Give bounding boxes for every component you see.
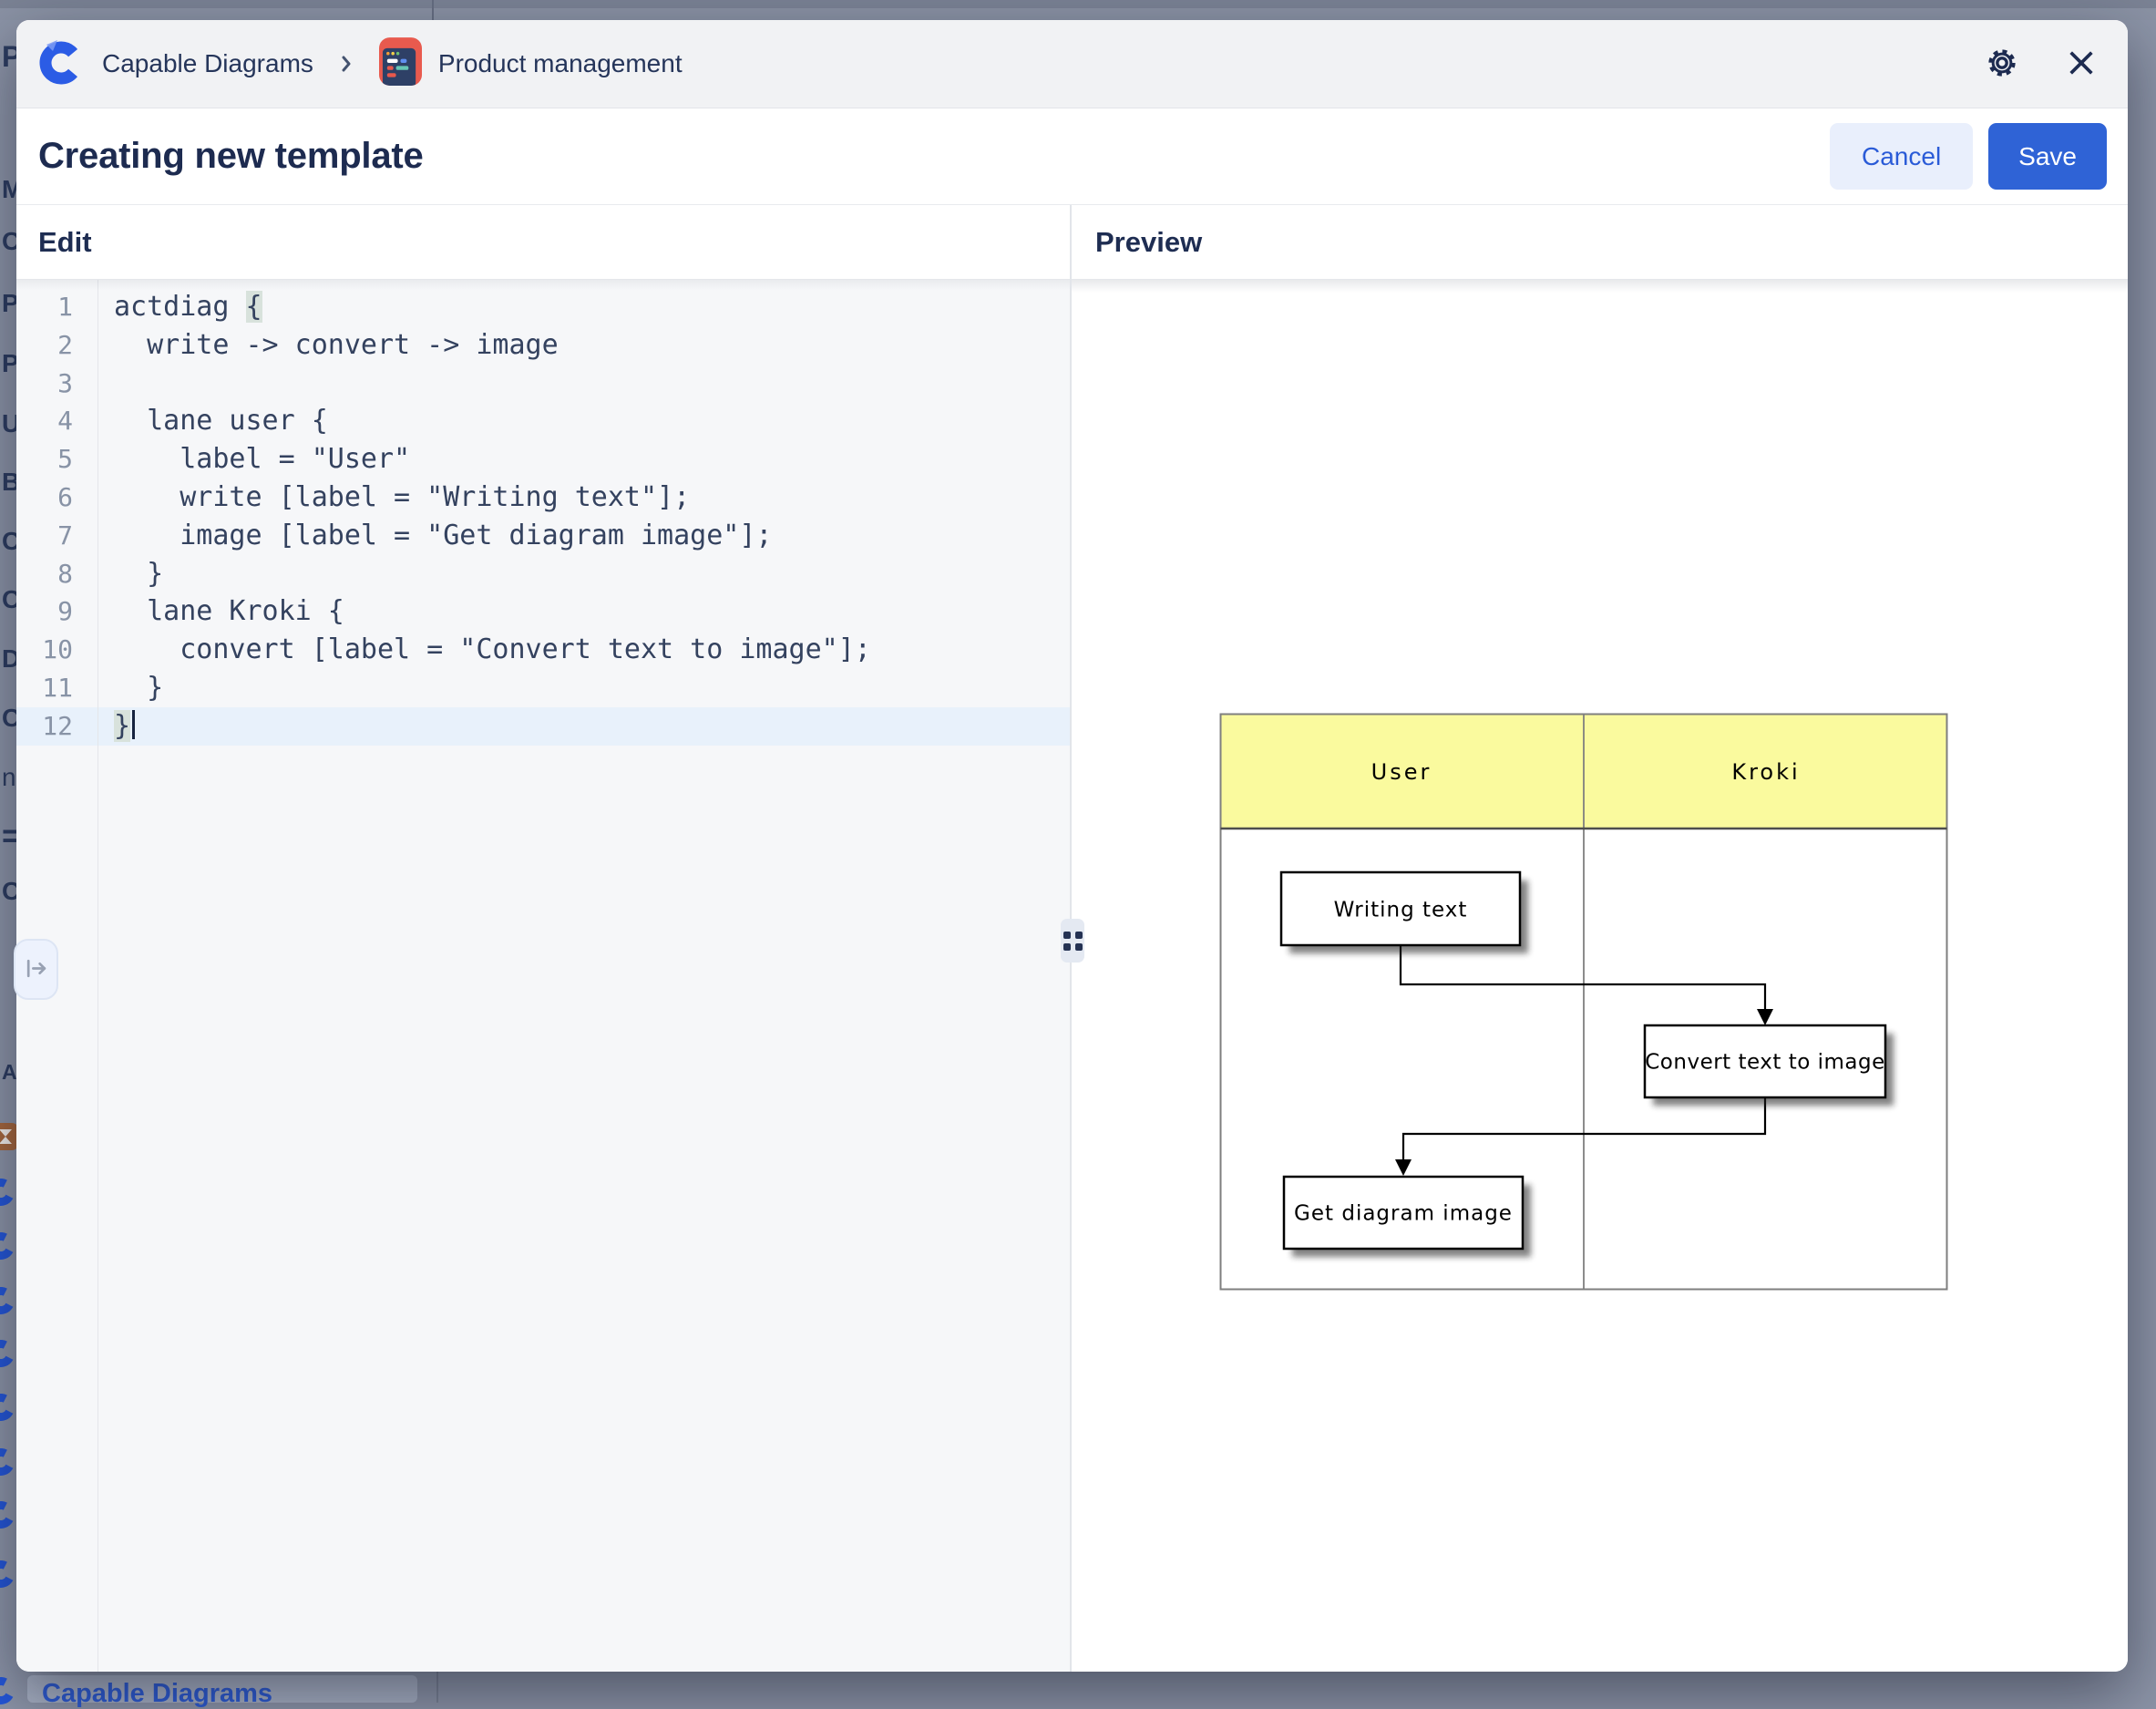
code-text: } xyxy=(114,669,163,707)
code-line[interactable]: 5 label = "User" xyxy=(16,440,1070,479)
capable-diagrams-logo-icon xyxy=(0,1283,18,1318)
code-text: write [label = "Writing text"]; xyxy=(114,479,690,517)
code-line[interactable]: 11 } xyxy=(16,669,1070,707)
save-button[interactable]: Save xyxy=(1988,123,2107,190)
cancel-button[interactable]: Cancel xyxy=(1830,123,1973,190)
code-text: lane user { xyxy=(114,402,328,440)
code-text: } xyxy=(114,555,163,593)
edit-pane-header: Edit xyxy=(16,205,1070,280)
code-line[interactable]: 4 lane user { xyxy=(16,402,1070,440)
node-label: Writing text xyxy=(1334,899,1468,922)
code-text: lane Kroki { xyxy=(114,592,344,631)
expand-right-icon xyxy=(24,956,48,983)
underlay-text-fragment: Pr xyxy=(2,289,16,318)
underlay-text-fragment: Ca xyxy=(2,585,16,614)
underlay-text-fragment: By xyxy=(2,468,16,497)
breadcrumb-app-label: Capable Diagrams xyxy=(102,49,313,78)
line-number: 5 xyxy=(16,440,73,479)
code-text: } xyxy=(114,707,135,746)
underlay-bottom-item-label: Capable Diagrams xyxy=(42,1679,272,1709)
line-number: 6 xyxy=(16,479,73,517)
underlay-text-fragment: n xyxy=(2,763,16,792)
underlay-text-fragment: AP xyxy=(2,1060,16,1085)
underlay-divider xyxy=(432,0,434,20)
close-button[interactable] xyxy=(2062,44,2100,85)
code-line[interactable]: 2 write -> convert -> image xyxy=(16,326,1070,365)
line-number: 9 xyxy=(16,592,73,631)
underlay-text-fragment: Ul xyxy=(2,409,16,438)
pane-resize-handle[interactable] xyxy=(1061,919,1084,963)
line-number: 8 xyxy=(16,555,73,593)
code-line[interactable]: 6 write [label = "Writing text"]; xyxy=(16,479,1070,517)
dialog-header: Creating new template Cancel Save xyxy=(16,108,2128,205)
capable-diagrams-logo-icon xyxy=(0,1390,18,1425)
lane-label: Kroki xyxy=(1731,759,1800,785)
chevron-right-icon xyxy=(335,53,357,75)
underlay-text-fragment: Cl xyxy=(2,227,16,256)
code-text: label = "User" xyxy=(114,440,410,479)
code-line[interactable]: 8 } xyxy=(16,555,1070,593)
capable-diagrams-logo-icon xyxy=(0,1445,18,1479)
underlay-app-icon xyxy=(0,1123,18,1150)
line-number: 3 xyxy=(16,365,73,403)
underlay-text-fragment: M xyxy=(2,175,16,204)
underlay-divider xyxy=(436,1672,438,1703)
code-line[interactable]: 3 xyxy=(16,365,1070,403)
underlay-text-fragment: Ca xyxy=(2,527,16,556)
code-text: image [label = "Get diagram image"]; xyxy=(114,517,772,555)
code-line[interactable]: 12} xyxy=(16,707,1070,746)
code-line[interactable]: 7 image [label = "Get diagram image"]; xyxy=(16,517,1070,555)
capable-diagrams-logo-icon xyxy=(0,1673,18,1708)
code-text: write -> convert -> image xyxy=(114,326,559,365)
preview-canvas: User Kroki Writing text xyxy=(1072,280,2128,1672)
product-management-icon xyxy=(379,37,422,90)
line-number: 11 xyxy=(16,669,73,707)
line-number: 10 xyxy=(16,631,73,669)
underlay-text-fragment: Dr xyxy=(2,644,16,674)
text-cursor xyxy=(132,710,135,739)
node-label: Get diagram image xyxy=(1294,1202,1513,1226)
preview-pane: Preview Us xyxy=(1072,205,2128,1672)
breadcrumb-page-label: Product management xyxy=(438,49,683,78)
line-number: 7 xyxy=(16,517,73,555)
line-number: 12 xyxy=(16,707,73,746)
capable-diagrams-logo-icon xyxy=(0,1336,18,1371)
line-number: 2 xyxy=(16,326,73,365)
page-title: Creating new template xyxy=(38,136,424,177)
line-number: 4 xyxy=(16,402,73,440)
code-line[interactable]: 10 convert [label = "Convert text to ima… xyxy=(16,631,1070,669)
breadcrumb-app[interactable]: Capable Diagrams xyxy=(38,36,313,92)
close-icon xyxy=(2066,47,2097,81)
screen: { "colors": { "accent_blue": "#2f63d6", … xyxy=(0,0,2156,1703)
capable-diagrams-logo-icon xyxy=(38,36,84,92)
settings-button[interactable] xyxy=(1980,41,2024,88)
gear-icon xyxy=(1984,45,2020,84)
capable-diagrams-logo-icon xyxy=(0,1229,18,1263)
code-lines: 1actdiag {2 write -> convert -> image34 … xyxy=(16,288,1070,746)
code-editor[interactable]: 1actdiag {2 write -> convert -> image34 … xyxy=(16,280,1070,1672)
underlay-top-strip xyxy=(0,0,2156,20)
lane-label: User xyxy=(1371,759,1432,785)
code-line[interactable]: 1 actdiag { xyxy=(16,288,1070,326)
breadcrumb: Capable Diagrams xyxy=(16,20,2128,108)
breadcrumb-page[interactable]: Product management xyxy=(379,37,683,90)
underlay-text-fragment: Pr xyxy=(2,40,16,74)
node-label: Convert text to image xyxy=(1645,1051,1885,1075)
underlay-text-fragment: Cl xyxy=(2,704,16,733)
underlay-text-fragment: Pr xyxy=(2,349,16,378)
line-number: 1 xyxy=(16,288,73,326)
edit-pane: Edit 1actdiag {2 write -> convert -> ima… xyxy=(16,205,1072,1672)
capable-diagrams-logo-icon xyxy=(0,1557,18,1591)
underlay-text-fragment: = xyxy=(2,817,16,855)
create-template-dialog: Capable Diagrams xyxy=(16,20,2128,1672)
actdiag-diagram: User Kroki Writing text xyxy=(1219,713,1948,1291)
expand-sidebar-button[interactable] xyxy=(14,939,58,1000)
capable-diagrams-logo-icon xyxy=(0,1498,18,1532)
code-line[interactable]: 9 lane Kroki { xyxy=(16,592,1070,631)
code-text: convert [label = "Convert text to image"… xyxy=(114,631,871,669)
code-text: actdiag { xyxy=(114,288,262,326)
preview-pane-header: Preview xyxy=(1072,205,2128,280)
capable-diagrams-logo-icon xyxy=(0,1175,18,1210)
underlay-text-fragment: Cr xyxy=(2,877,16,906)
